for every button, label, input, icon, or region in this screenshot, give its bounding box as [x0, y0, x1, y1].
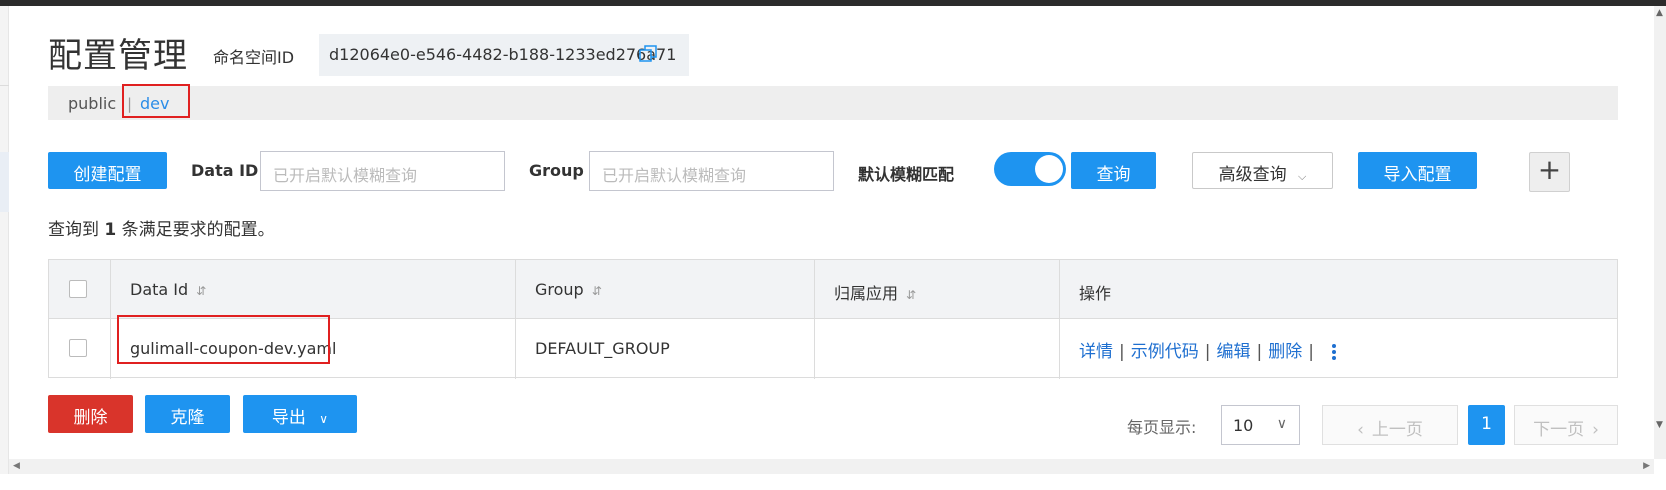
more-actions-icon[interactable] [1331, 342, 1336, 362]
import-config-button[interactable]: 导入配置 [1358, 152, 1477, 189]
page-1-button[interactable]: 1 [1468, 405, 1505, 445]
select-all-checkbox[interactable] [69, 280, 87, 298]
table-header [49, 260, 1617, 319]
scroll-up-icon[interactable]: ▲ [1656, 8, 1663, 18]
toggle-knob [1035, 155, 1063, 183]
fuzzy-match-toggle[interactable] [994, 152, 1066, 186]
row-checkbox[interactable] [69, 339, 87, 357]
chevron-right-icon: › [1592, 420, 1599, 440]
sidebar-divider [0, 85, 9, 86]
prev-page-label: 上一页 [1371, 420, 1423, 440]
column-header-label: 归属应用 [834, 284, 899, 303]
per-page-select[interactable]: 10 ∨ [1221, 405, 1300, 445]
highlight-box-data-id [117, 315, 330, 364]
column-header-data-id[interactable]: Data Id ⇵ [130, 280, 206, 299]
namespace-id-label: 命名空间ID [213, 48, 295, 67]
result-count: 1 [104, 220, 117, 240]
highlight-box-dev [122, 84, 190, 118]
column-divider [515, 260, 516, 379]
column-header-label: Data Id [130, 280, 189, 299]
column-divider [814, 260, 815, 379]
vertical-scrollbar[interactable]: ▲ ▼ [1654, 6, 1666, 459]
left-sidebar-edge [0, 6, 9, 490]
result-summary: 查询到 1 条满足要求的配置。 [48, 215, 275, 240]
sort-icon[interactable]: ⇵ [592, 284, 602, 298]
namespace-tab-public[interactable]: public [68, 94, 116, 113]
row-group: DEFAULT_GROUP [535, 339, 670, 358]
horizontal-scrollbar[interactable]: ◀ ▶ [9, 459, 1654, 474]
namespace-id-box: d12064e0-e546-4482-b188-1233ed276a71 [319, 34, 689, 76]
advanced-query-button[interactable]: 高级查询 ⌵ [1192, 152, 1333, 189]
next-page-button[interactable]: 下一页 › [1514, 405, 1618, 445]
data-id-input[interactable]: 已开启默认模糊查询 [260, 151, 505, 191]
data-id-label: Data ID [191, 161, 259, 180]
export-label: 导出 [271, 408, 306, 428]
row-actions: 详情 | 示例代码 | 编辑 | 删除 | [1079, 337, 1336, 362]
chevron-down-icon: ⌵ [1298, 170, 1307, 183]
chevron-down-icon: ∨ [319, 412, 329, 426]
bottom-spacer [0, 474, 1666, 490]
sort-icon[interactable]: ⇵ [196, 284, 206, 298]
create-config-button[interactable]: 创建配置 [48, 152, 167, 189]
batch-delete-button[interactable]: 删除 [48, 395, 133, 433]
query-button[interactable]: 查询 [1071, 152, 1156, 189]
column-header-group[interactable]: Group ⇵ [535, 280, 602, 299]
clone-button[interactable]: 克隆 [145, 395, 230, 433]
per-page-value: 10 [1233, 416, 1254, 435]
action-delete-link[interactable]: 删除 [1268, 342, 1302, 362]
add-icon[interactable]: + [1529, 152, 1570, 192]
action-details-link[interactable]: 详情 [1079, 342, 1113, 362]
result-prefix: 查询到 [48, 220, 99, 240]
scroll-right-icon[interactable]: ▶ [1643, 461, 1650, 471]
column-header-label: Group [535, 280, 584, 299]
column-header-actions: 操作 [1079, 284, 1112, 303]
namespace-id-value: d12064e0-e546-4482-b188-1233ed276a71 [329, 45, 677, 64]
group-input[interactable]: 已开启默认模糊查询 [589, 151, 834, 191]
scroll-left-icon[interactable]: ◀ [13, 461, 20, 471]
advanced-query-label: 高级查询 [1218, 165, 1287, 185]
fuzzy-match-label: 默认模糊匹配 [858, 165, 955, 184]
chevron-left-icon: ‹ [1357, 420, 1364, 440]
action-edit-link[interactable]: 编辑 [1216, 342, 1250, 362]
copy-icon[interactable] [639, 45, 657, 63]
page-title: 配置管理 [48, 36, 188, 76]
chevron-down-icon: ∨ [1276, 416, 1287, 432]
column-divider [110, 260, 111, 379]
sidebar-active-indicator [0, 152, 9, 212]
per-page-label: 每页显示: [1127, 418, 1197, 437]
action-sample-code-link[interactable]: 示例代码 [1131, 342, 1199, 362]
scroll-down-icon[interactable]: ▼ [1656, 420, 1663, 430]
next-page-label: 下一页 [1533, 420, 1585, 440]
window-top-bar [0, 0, 1666, 6]
result-suffix: 条满足要求的配置。 [121, 220, 275, 240]
namespace-tabs-bar [48, 86, 1618, 120]
group-label: Group [529, 161, 584, 180]
export-button[interactable]: 导出 ∨ [243, 395, 357, 433]
sort-icon[interactable]: ⇵ [906, 288, 916, 302]
column-header-app[interactable]: 归属应用 ⇵ [834, 280, 916, 304]
column-divider [1059, 260, 1060, 379]
prev-page-button[interactable]: ‹ 上一页 [1322, 405, 1458, 445]
